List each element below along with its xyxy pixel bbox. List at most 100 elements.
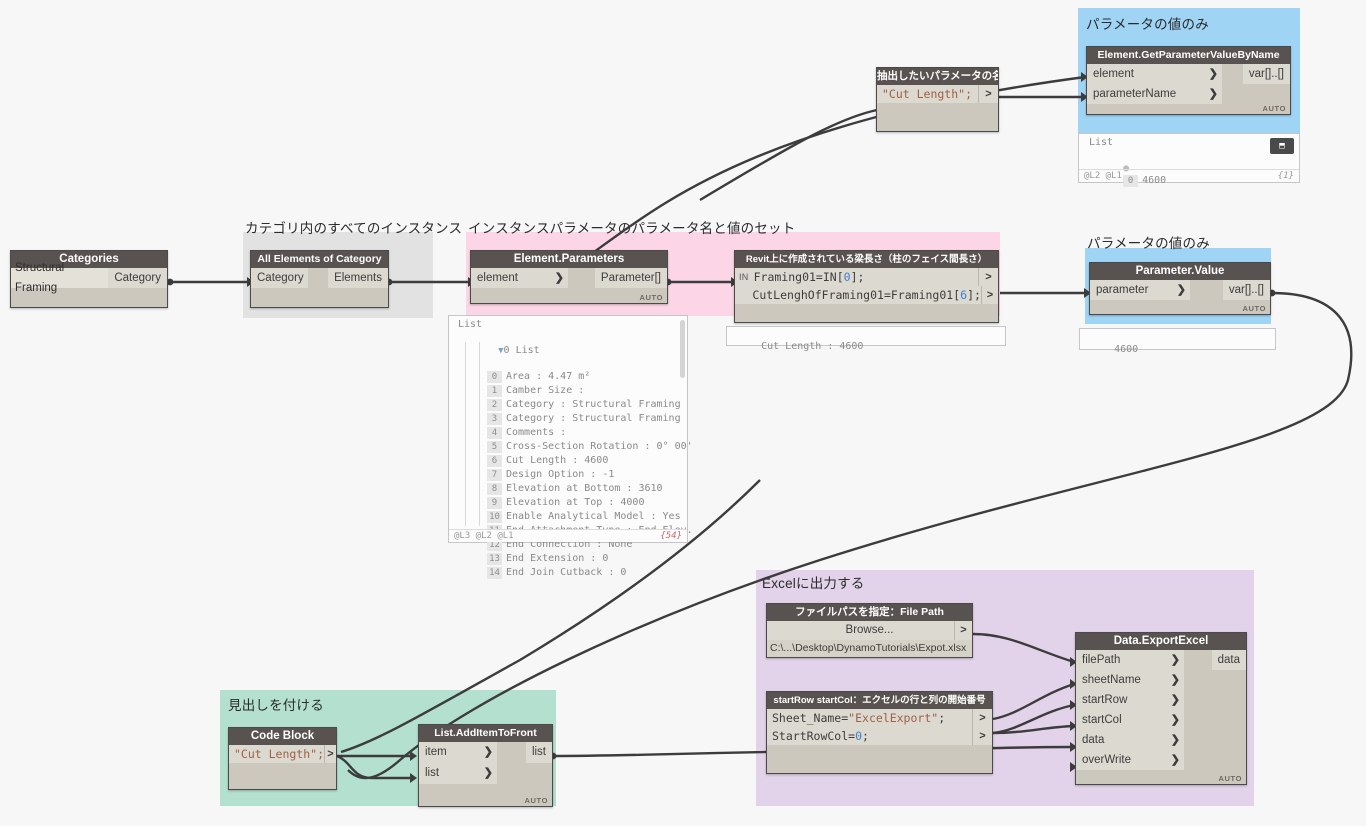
port-in-data[interactable]: data ❯ [1076,730,1184,750]
port-out-elements[interactable]: Elements [328,268,388,288]
port-in-element[interactable]: element ❯ [1087,64,1222,84]
port-in-start-row[interactable]: startRow ❯ [1076,690,1184,710]
preview-footer: @L3 @L2 @L1 {54} [449,529,687,542]
preview-list-item-text: Design Option : -1 [506,469,615,480]
preview-list-item: 1 Camber Size : [449,384,687,398]
preview-list-item-index: 10 [487,511,502,523]
port-in-category-label: Category [257,272,304,284]
watch-root-label: List [1089,137,1114,148]
cut-length-preview-text: Cut Length : 4600 [761,341,864,352]
code-block-code-sheet-name: Sheet_Name="ExcelExport"; [772,711,946,725]
port-out-var[interactable]: var[]..[] [1242,64,1290,84]
node-spacer [497,763,552,784]
preview-scrollbar[interactable] [680,320,685,378]
code-block-line-2[interactable]: CutLenghOfFraming01=Framing01[6]; > [735,286,998,304]
node-filler [251,288,388,307]
port-out-parameter-array[interactable]: Parameter[] [594,268,667,288]
preview-list-item-text: Area : 4.47 m² [506,371,591,382]
code-block-code-1: Framing01=IN[0]; [753,270,865,284]
node-framing-code-block[interactable]: Revit上に作成されている梁長さ（柱のフェイス間長さ） IN Framing0… [734,250,999,323]
code-block-line-sheet-name[interactable]: Sheet_Name="ExcelExport"; > [767,709,992,727]
node-param-name-code-block[interactable]: 抽出したいパラメータの名前 "Cut Length"; > [876,67,999,132]
chevron-right-icon: ❯ [1208,68,1218,80]
preview-list-item-text: Cut Length : 4600 [506,455,609,466]
node-title-code-block-header: Code Block [229,728,336,745]
port-out-list[interactable]: list [525,742,552,763]
port-out-data[interactable]: data [1211,650,1246,670]
code-block-line[interactable]: "Cut Length"; > [877,85,998,103]
node-element-get-parameter-value-by-name[interactable]: Element.GetParameterValueByName element … [1086,46,1291,115]
port-in-parameter[interactable]: parameter ❯ [1090,280,1190,300]
port-in-parameter-name[interactable]: parameterName ❯ [1087,84,1222,104]
port-in-category[interactable]: Category [251,268,308,288]
node-title-list-add-item-to-front: List.AddItemToFront [419,725,552,742]
node-categories[interactable]: Categories Structural Framing ⌄ Category [10,250,168,308]
code-block-output-port-2[interactable]: > [980,286,998,304]
node-spacer [1184,690,1246,710]
port-in-over-write[interactable]: overWrite ❯ [1076,750,1184,770]
code-block-output-port[interactable]: > [324,745,336,763]
port-in-file-path-label: filePath [1082,654,1121,666]
preview-list-item: 13 End Extension : 0 [449,552,687,566]
node-spacer [1184,750,1246,770]
code-block-output-port-sheet-name[interactable]: > [972,709,992,727]
parameters-list-preview[interactable]: List ▼0 List 0 Area : 4.47 m² 1 Camber Size… [448,315,693,579]
preview-levels: @L3 @L2 @L1 [454,531,514,541]
code-block-line-start-row-col[interactable]: StartRowCol=0; > [767,727,992,745]
preview-list-item: 3 Category : Structural Framing [449,412,687,426]
pin-icon[interactable]: ⬒ [1270,138,1294,154]
port-in-sheet-name[interactable]: sheetName ❯ [1076,670,1184,690]
code-block-output-port[interactable]: > [978,85,998,103]
preview-list-item-text: Elevation at Top : 4000 [506,497,645,508]
preview-root-label: List [458,319,483,330]
chevron-right-icon: ❯ [554,272,564,284]
port-in-list[interactable]: list ❯ [419,763,497,784]
port-in-over-write-label: overWrite [1082,754,1131,766]
preview-list-item-index: 0 [487,371,502,383]
group-title-instance-parameters: インスタンスパラメータのパラメータ名と値のセット [468,221,796,236]
node-filler [229,763,336,789]
preview-list-item-index: 9 [487,497,502,509]
node-file-path[interactable]: ファイルパスを指定：File Path Browse... > C:\...\D… [766,603,973,658]
file-path-value: C:\...\Desktop\DynamoTutorials\Expot.xls… [767,640,972,657]
node-code-block-header[interactable]: Code Block "Cut Length"; > [228,727,337,790]
watch-preview-top[interactable]: List ● 0 4600 ⬒ @L2 @L1 {1} [1078,133,1300,187]
node-all-elements-of-category[interactable]: All Elements of Category Category Elemen… [250,250,389,308]
port-in-start-col[interactable]: startCol ❯ [1076,710,1184,730]
preview-list-item: 14 End Join Cutback : 0 [449,566,687,580]
port-out-var[interactable]: var[]..[] [1222,280,1270,300]
chevron-right-icon: ❯ [1208,88,1218,100]
preview-list-item-text: End Extension : 0 [506,553,609,564]
code-block-output-port-1[interactable]: > [978,268,998,286]
cut-length-preview[interactable]: Cut Length : 4600 [726,326,1006,352]
group-title-add-header: 見出しを付ける [228,698,324,713]
browse-button[interactable]: Browse... > [767,621,972,640]
node-parameter-value[interactable]: Parameter.Value parameter ❯ var[]..[] AU… [1089,262,1271,315]
chevron-right-icon: ❯ [1170,694,1180,706]
preview-sublist-label: ▼0 List [449,332,687,370]
preview-list-item: 7 Design Option : -1 [449,468,687,482]
code-block-output-port-start-row-col[interactable]: > [972,727,992,745]
preview-list-item-text: Category : Structural Framing [506,399,681,410]
parameter-value-preview[interactable]: 4600 [1079,328,1276,355]
code-block-line-1[interactable]: IN Framing01=IN[0]; > [735,268,998,286]
node-start-row-col-code-block[interactable]: startRow startCol：エクセルの行と列の開始番号 Sheet_Na… [766,691,993,774]
port-in-element[interactable]: element ❯ [471,268,568,288]
preview-list-item-text: Cross-Section Rotation : 0° 00' [506,441,693,452]
port-in-file-path[interactable]: filePath ❯ [1076,650,1184,670]
port-out-category[interactable]: Category [108,268,167,288]
port-in-item[interactable]: item ❯ [419,742,497,763]
code-block-line[interactable]: "Cut Length"; > [229,745,336,763]
node-title-framing-code-block: Revit上に作成されている梁長さ（柱のフェイス間長さ） [735,251,998,268]
node-data-export-excel[interactable]: Data.ExportExcel filePath ❯ data sheetNa… [1075,632,1247,785]
categories-dropdown[interactable]: Structural Framing ⌄ [11,262,119,294]
node-list-add-item-to-front[interactable]: List.AddItemToFront item ❯ list list ❯ A… [418,724,553,807]
port-in-list-label: list [425,767,440,779]
preview-list-item-index: 6 [487,455,502,467]
port-in-element-label: element [477,272,518,284]
file-path-output-port[interactable]: > [954,621,972,640]
dynamo-graph-canvas[interactable]: パラメータの値のみ カテゴリ内のすべてのインスタンス インスタンスパラメータのパ… [0,0,1366,826]
node-element-parameters[interactable]: Element.Parameters element ❯ Parameter[]… [470,250,668,304]
preview-count: {54} [660,531,682,541]
preview-list-item-index: 3 [487,413,502,425]
